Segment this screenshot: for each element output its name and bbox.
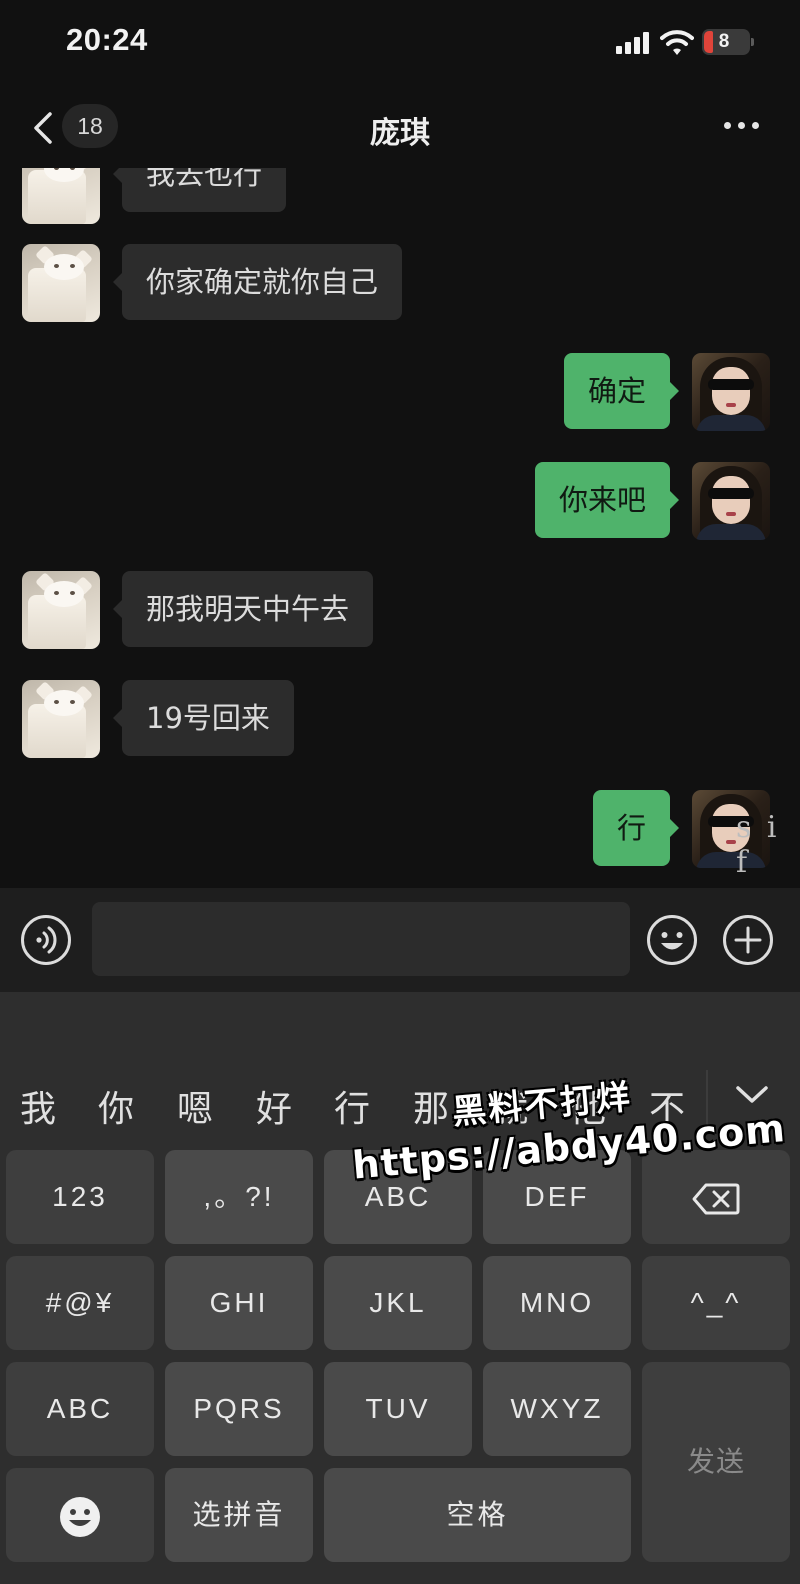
key-123[interactable]: 123 <box>6 1150 154 1244</box>
back-chevron-icon[interactable] <box>28 108 58 148</box>
key-punctuation[interactable]: ,。?! <box>165 1150 313 1244</box>
chat-title: 庞琪 <box>370 116 430 151</box>
key-wxyz[interactable]: WXYZ <box>483 1362 631 1456</box>
send-button[interactable]: 发送 <box>642 1362 790 1562</box>
battery-cap <box>751 38 754 46</box>
outgoing-message-bubble[interactable]: 你来吧 <box>534 462 680 538</box>
more-options-icon[interactable] <box>722 120 762 132</box>
key-kaomoji[interactable]: ^_^ <box>642 1256 790 1350</box>
status-time: 20:24 <box>66 22 148 57</box>
key-tuv[interactable]: TUV <box>324 1362 472 1456</box>
contact-avatar[interactable] <box>22 571 100 649</box>
status-bar: 20:24 8 <box>0 0 800 90</box>
battery-level: 8 <box>718 31 730 52</box>
my-avatar[interactable] <box>692 353 770 431</box>
plus-icon[interactable] <box>722 914 774 966</box>
key-jkl[interactable]: JKL <box>324 1256 472 1350</box>
key-abc-mode[interactable]: ABC <box>6 1362 154 1456</box>
key-symbols[interactable]: #@¥ <box>6 1256 154 1350</box>
emoji-icon[interactable] <box>646 914 698 966</box>
cellular-signal-icon <box>616 32 650 54</box>
keyboard-toolbar <box>0 992 800 1052</box>
wifi-icon <box>660 30 694 55</box>
battery-icon: 8 <box>702 29 754 55</box>
incoming-message-bubble[interactable]: 你家确定就你自己 <box>112 244 403 320</box>
candidate-word[interactable]: 我 <box>20 1080 56 1132</box>
key-select-pinyin[interactable]: 选拼音 <box>165 1468 313 1562</box>
outgoing-message-bubble[interactable]: 行 <box>592 790 680 866</box>
message-list[interactable]: 我去也行 你家确定就你自己 确定 你来吧 那我明天中午去 19号回来 行 <box>0 90 800 888</box>
my-avatar[interactable] <box>692 462 770 540</box>
message-input[interactable] <box>92 902 630 976</box>
voice-input-icon[interactable] <box>20 914 72 966</box>
contact-avatar[interactable] <box>22 680 100 758</box>
key-space[interactable]: 空格 <box>324 1468 631 1562</box>
incoming-message-bubble[interactable]: 19号回来 <box>113 680 294 756</box>
unread-count-badge[interactable]: 18 <box>62 104 118 148</box>
incoming-message-bubble[interactable]: 那我明天中午去 <box>112 571 374 647</box>
input-bar <box>0 888 800 992</box>
chat-header: 18 庞琪 <box>0 90 800 168</box>
key-ghi[interactable]: GHI <box>165 1256 313 1350</box>
key-emoji[interactable] <box>6 1468 154 1562</box>
contact-avatar[interactable] <box>22 244 100 322</box>
key-mno[interactable]: MNO <box>483 1256 631 1350</box>
candidate-word[interactable]: 你 <box>98 1080 134 1132</box>
overlay-text: s i f <box>736 810 780 880</box>
candidate-word[interactable]: 嗯 <box>177 1080 213 1132</box>
candidate-word[interactable]: 好 <box>256 1080 292 1132</box>
outgoing-message-bubble[interactable]: 确定 <box>563 353 680 429</box>
emoji-icon <box>60 1496 100 1537</box>
key-pqrs[interactable]: PQRS <box>165 1362 313 1456</box>
